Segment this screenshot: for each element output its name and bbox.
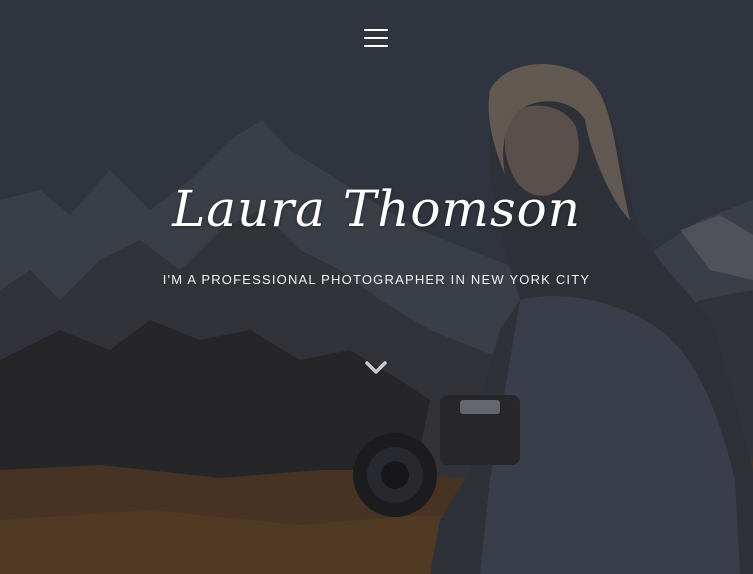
menu-line xyxy=(364,29,388,31)
dark-overlay xyxy=(0,0,753,574)
chevron-down-icon[interactable] xyxy=(364,360,388,376)
hero-tagline: I'M A PROFESSIONAL PHOTOGRAPHER IN NEW Y… xyxy=(162,272,591,287)
menu-line xyxy=(364,45,388,47)
menu-line xyxy=(364,37,388,39)
hero-section: Laura Thomson I'M A PROFESSIONAL PHOTOGR… xyxy=(0,0,753,574)
hero-name-title: Laura Thomson xyxy=(172,180,581,238)
hamburger-menu-button[interactable] xyxy=(364,29,388,51)
